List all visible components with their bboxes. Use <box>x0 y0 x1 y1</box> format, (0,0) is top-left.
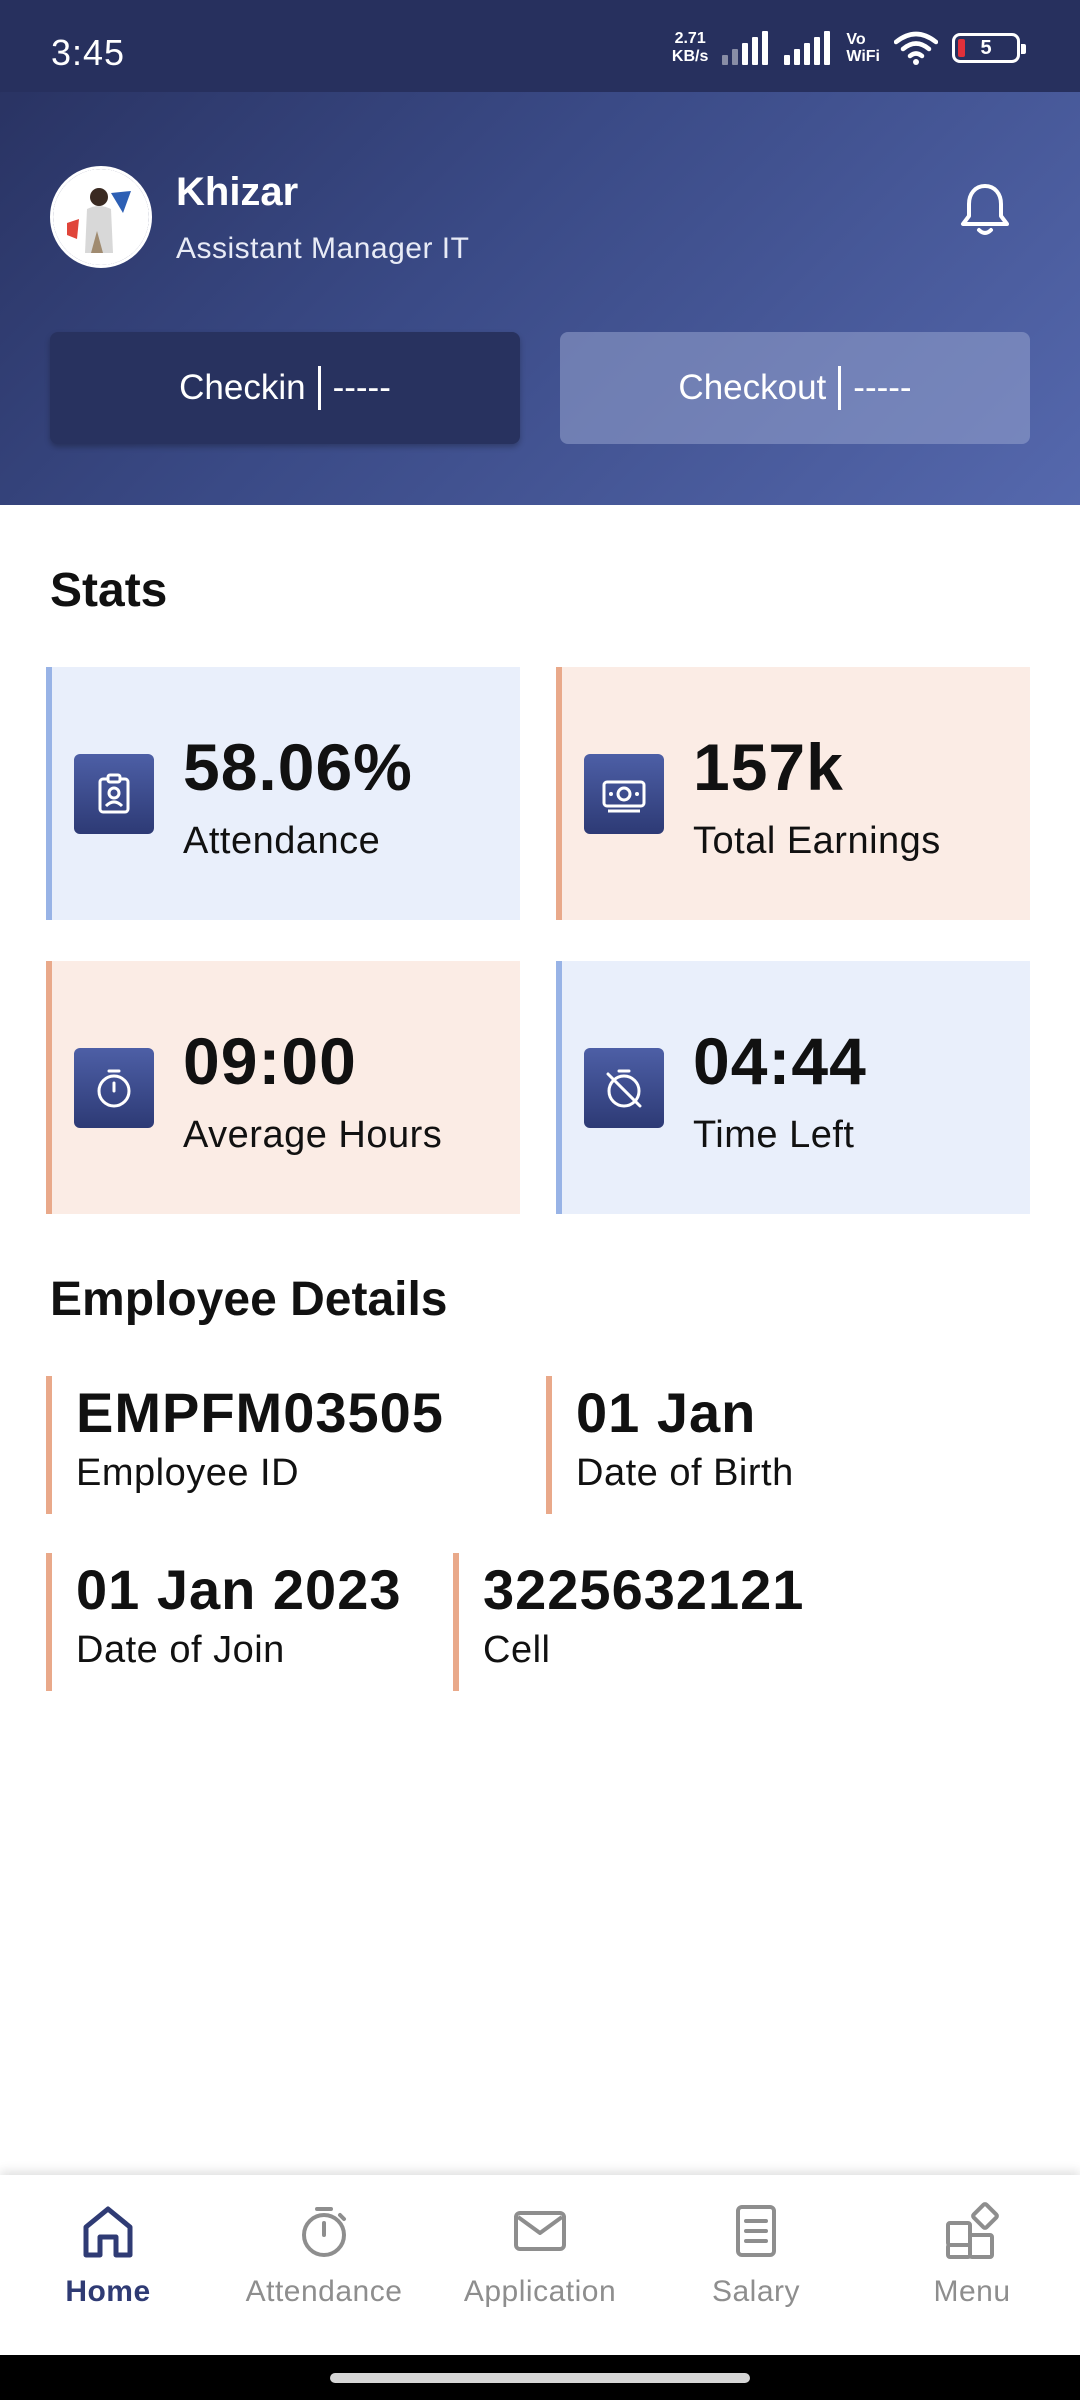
stat-value: 58.06% <box>183 730 413 804</box>
detail-label: Employee ID <box>76 1452 300 1494</box>
bottom-nav: Home Attendance Application Salary Menu <box>0 2175 1080 2355</box>
detail-value: 01 Jan <box>576 1381 757 1444</box>
vowifi-vo: Vo <box>846 31 866 48</box>
nav-item-home[interactable]: Home <box>0 2175 216 2355</box>
nav-label: Menu <box>933 2275 1011 2308</box>
stat-value: 04:44 <box>693 1024 867 1098</box>
nav-item-application[interactable]: Application <box>432 2175 648 2355</box>
grid-icon <box>946 2202 999 2259</box>
detail-cell: 3225632121 Cell <box>453 1553 804 1691</box>
checkin-time: ----- <box>332 368 391 407</box>
checkout-label: Checkout <box>678 368 827 407</box>
stats-title: Stats <box>50 564 168 617</box>
detail-value: 01 Jan 2023 <box>76 1558 402 1621</box>
stat-card-attendance[interactable]: 58.06% Attendance <box>46 667 520 920</box>
nav-item-menu[interactable]: Menu <box>864 2175 1080 2355</box>
notification-bell-icon[interactable] <box>955 180 1015 240</box>
detail-employee-id: EMPFM03505 Employee ID <box>46 1376 444 1514</box>
stat-value: 157k <box>693 730 844 804</box>
status-time: 3:45 <box>51 32 126 73</box>
nav-label: Salary <box>711 2275 801 2308</box>
stat-label: Time Left <box>693 1114 855 1156</box>
employee-details-title: Employee Details <box>50 1273 448 1326</box>
app-screen: 3:45 2.71 KB/s Vo WiFi 5 Khizar Assistan… <box>0 0 1080 2400</box>
checkout-button[interactable]: Checkout ----- <box>560 332 1030 444</box>
signal-1-icon <box>722 31 770 65</box>
home-icon <box>83 2206 133 2258</box>
stat-label: Total Earnings <box>693 820 941 862</box>
stat-card-earnings[interactable]: 157k Total Earnings <box>556 667 1030 920</box>
vowifi-wifi: WiFi <box>846 48 880 65</box>
clipboard-id-icon <box>74 754 154 834</box>
avatar-image <box>53 169 149 265</box>
vowifi-icon: Vo WiFi <box>846 31 880 65</box>
battery-level: 5 <box>980 36 992 59</box>
stopwatch-icon <box>302 2207 346 2257</box>
stat-card-time-left[interactable]: 04:44 Time Left <box>556 961 1030 1214</box>
checkin-button[interactable]: Checkin ----- <box>50 332 520 444</box>
mail-icon <box>514 2211 566 2251</box>
nav-label: Application <box>463 2275 617 2308</box>
user-role: Assistant Manager IT <box>176 232 470 265</box>
detail-date-of-join: 01 Jan 2023 Date of Join <box>46 1553 401 1691</box>
stat-card-average-hours[interactable]: 09:00 Average Hours <box>46 961 520 1214</box>
checkout-time: ----- <box>853 368 912 407</box>
network-speed: 2.71 KB/s <box>672 30 708 66</box>
checkin-separator <box>317 366 321 410</box>
home-gesture-bar[interactable] <box>330 2373 750 2383</box>
network-speed-value: 2.71 <box>674 30 706 47</box>
stat-label: Attendance <box>183 820 381 862</box>
profile-header: 3:45 2.71 KB/s Vo WiFi 5 Khizar Assistan… <box>0 0 1080 505</box>
wifi-icon <box>894 31 938 65</box>
detail-label: Date of Join <box>76 1629 285 1671</box>
network-speed-unit: KB/s <box>671 48 709 65</box>
document-icon <box>736 2205 776 2257</box>
nav-label: Attendance <box>245 2275 403 2308</box>
checkout-separator <box>838 366 842 410</box>
detail-label: Date of Birth <box>576 1452 794 1494</box>
detail-label: Cell <box>483 1629 551 1671</box>
avatar[interactable] <box>50 166 152 268</box>
stopwatch-icon <box>74 1048 154 1128</box>
detail-value: EMPFM03505 <box>76 1381 444 1444</box>
nav-item-salary[interactable]: Salary <box>648 2175 864 2355</box>
checkin-label: Checkin <box>179 368 306 407</box>
user-name: Khizar <box>176 170 299 214</box>
status-bar: 3:45 2.71 KB/s Vo WiFi 5 <box>0 0 1080 92</box>
timer-off-icon <box>584 1048 664 1128</box>
battery-icon: 5 <box>952 33 1026 63</box>
stat-label: Average Hours <box>183 1114 443 1156</box>
detail-value: 3225632121 <box>483 1558 805 1621</box>
signal-2-icon <box>784 31 832 65</box>
status-icons: 2.71 KB/s Vo WiFi 5 <box>672 30 1026 66</box>
nav-label: Home <box>65 2275 151 2308</box>
detail-date-of-birth: 01 Jan Date of Birth <box>546 1376 794 1514</box>
stat-value: 09:00 <box>183 1024 357 1098</box>
nav-item-attendance[interactable]: Attendance <box>216 2175 432 2355</box>
money-icon <box>584 754 664 834</box>
